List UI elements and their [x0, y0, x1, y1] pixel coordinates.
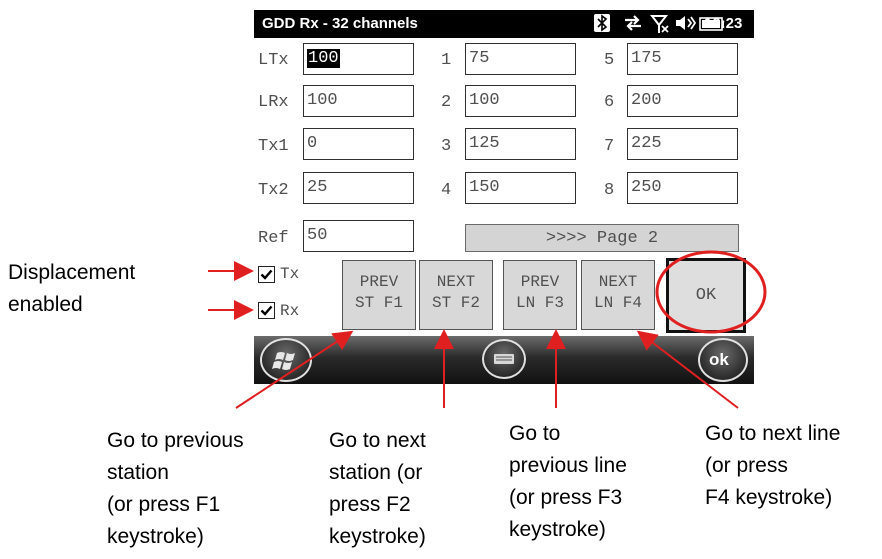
- callout-prev-station-line4: keystroke): [107, 525, 204, 548]
- callout-prev-station-line1: Go to previous: [107, 429, 244, 452]
- callout-next-station-line2: station (or: [329, 461, 423, 484]
- callout-prev-line-line1: Go to: [509, 422, 561, 445]
- callout-prev-station-line2: station: [107, 461, 169, 484]
- callout-prev-station: Go to previous station (or press F1 keys…: [107, 425, 244, 553]
- callout-next-line: Go to next line (or press F4 keystroke): [705, 418, 840, 514]
- callout-prev-station-line3: (or press F1: [107, 493, 221, 516]
- callout-next-station-line1: Go to next: [329, 429, 426, 452]
- callout-next-station-line3: press F2: [329, 493, 411, 516]
- callout-next-line-line1: Go to next line: [705, 422, 841, 445]
- callout-prev-line: Go to previous line (or press F3 keystro…: [509, 418, 627, 546]
- arrow-next-line: [636, 330, 739, 409]
- battery-level: [702, 20, 720, 28]
- callout-prev-line-line4: keystroke): [509, 518, 606, 541]
- callout-displacement-line1: Displacement: [8, 261, 136, 284]
- callout-displacement: Displacement enabled: [8, 257, 135, 321]
- callout-next-line-line2: (or press: [705, 454, 788, 477]
- callout-prev-line-line2: previous line: [509, 454, 627, 477]
- callout-next-line-line3: F4 keystroke): [705, 486, 833, 509]
- ok-highlight-circle: [655, 250, 767, 334]
- battery-tip: [722, 21, 724, 27]
- callout-next-station-line4: keystroke): [329, 525, 426, 548]
- callout-next-station: Go to next station (or press F2 keystrok…: [329, 425, 426, 553]
- callout-prev-line-line3: (or press F3: [509, 486, 623, 509]
- arrow-prev-station: [235, 330, 354, 409]
- callout-displacement-line2: enabled: [8, 293, 83, 316]
